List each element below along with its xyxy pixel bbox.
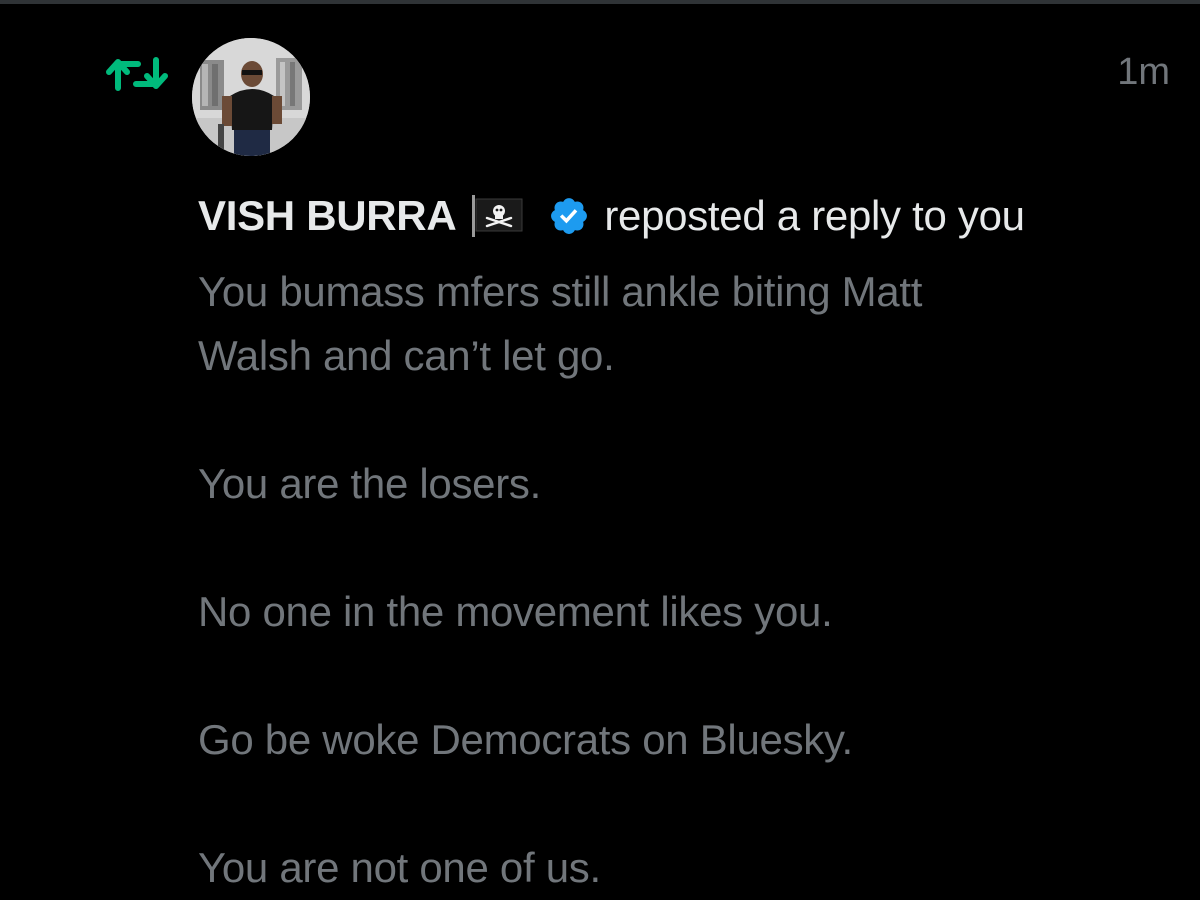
post-line: No one in the movement likes you. [198,588,833,635]
post-line: Walsh and can’t let go. [198,332,615,379]
post-text[interactable]: You bumass mfers still ankle biting Matt… [198,260,1158,900]
avatar-photo [192,38,310,156]
post-line: Go be woke Democrats on Bluesky. [198,716,853,763]
timestamp[interactable]: 1m [1117,50,1170,94]
repost-icon [106,57,168,91]
user-name[interactable]: VISH BURRA [198,192,457,240]
notification-header: VISH BURRA reposted a reply to you [198,186,1025,246]
avatar[interactable] [192,38,310,156]
notification-action-text: reposted a reply to you [604,192,1025,239]
top-divider [0,0,1200,4]
post-line: You bumass mfers still ankle biting Matt [198,268,923,315]
verified-badge-icon [551,198,588,234]
post-line: You are the losers. [198,460,541,507]
pirate-flag-icon [472,195,523,237]
post-line: You are not one of us. [198,844,601,891]
